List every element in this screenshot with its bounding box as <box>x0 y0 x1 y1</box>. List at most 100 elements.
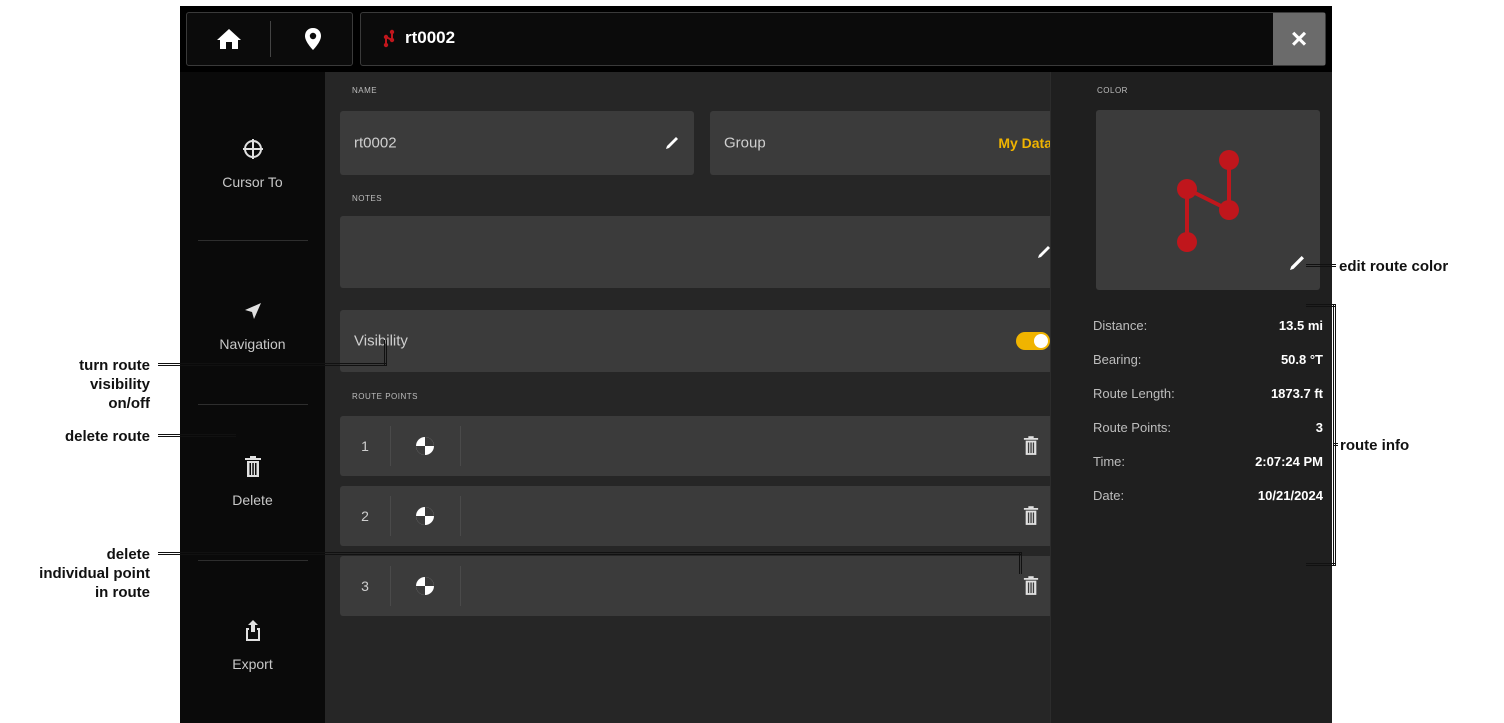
notes-label: NOTES <box>352 194 383 203</box>
info-value: 10/21/2024 <box>1257 488 1323 503</box>
info-key: Distance: <box>1093 318 1148 333</box>
waypoint-icon-wrap <box>390 416 460 476</box>
divider <box>198 404 308 405</box>
navigation-arrow-icon <box>244 303 261 319</box>
group-field[interactable]: Group My Data <box>710 111 1066 175</box>
waypoint-icon <box>416 577 434 595</box>
home-location-group <box>186 12 353 66</box>
callout-delete-point-line3: in route <box>95 584 150 601</box>
name-field[interactable]: rt0002 <box>340 111 694 175</box>
export-icon <box>245 620 260 641</box>
divider <box>460 426 461 466</box>
divider <box>198 560 308 561</box>
name-label: NAME <box>352 86 378 95</box>
divider <box>460 566 461 606</box>
route-point-number: 2 <box>361 508 369 524</box>
waypoint-icon <box>416 437 434 455</box>
route-points-label: ROUTE POINTS <box>352 392 419 401</box>
sidebar-item-label: Export <box>232 656 273 672</box>
callout-delete-point-line2: individual point <box>39 565 150 582</box>
close-button[interactable]: × <box>1273 13 1325 65</box>
title-bar: rt0002 × <box>360 12 1326 66</box>
visibility-label: Visibility <box>354 332 408 350</box>
location-pin-icon <box>304 28 321 50</box>
info-key: Date: <box>1093 488 1125 503</box>
waypoint-icon-wrap <box>390 556 460 616</box>
route-info-panel: COLOR Distance: 13.5 mi Bearing: 50.8 °T <box>1050 72 1332 723</box>
route-color-swatch[interactable] <box>1096 110 1320 290</box>
route-color-icon <box>1177 150 1239 252</box>
info-value: 2:07:24 PM <box>1255 454 1323 469</box>
callout-visibility-line1: turn route <box>79 357 150 374</box>
route-title: rt0002 <box>405 28 456 47</box>
pencil-icon <box>1038 246 1050 258</box>
crosshair-icon <box>242 139 263 159</box>
info-key: Route Length: <box>1093 386 1175 401</box>
info-row-route-points: Route Points: 3 <box>1093 420 1323 440</box>
callout-route-info: route info <box>1340 437 1410 454</box>
close-icon: × <box>1290 23 1308 54</box>
callout-edit-route-color: edit route color <box>1339 258 1449 275</box>
sidebar-item-delete[interactable]: Delete <box>180 452 325 508</box>
info-key: Bearing: <box>1093 352 1142 367</box>
info-value: 13.5 mi <box>1278 318 1323 333</box>
callout-line <box>1306 264 1336 267</box>
trash-icon <box>1023 506 1039 525</box>
callout-line <box>1306 304 1336 307</box>
sidebar-item-export[interactable]: Export <box>180 616 325 672</box>
delete-point-button[interactable] <box>1016 416 1046 476</box>
sidebar-item-navigation[interactable]: Navigation <box>180 296 325 352</box>
route-point-number: 3 <box>361 578 369 594</box>
home-button[interactable] <box>187 13 270 65</box>
callout-delete-route: delete route <box>64 428 150 445</box>
group-value: My Data <box>998 135 1052 151</box>
callout-line <box>1306 563 1336 566</box>
info-value: 1873.7 ft <box>1270 386 1323 401</box>
callout-line <box>158 434 236 437</box>
callout-visibility: turn route visibility on/off <box>40 356 150 413</box>
pencil-icon <box>666 137 678 149</box>
waypoint-icon <box>416 507 434 525</box>
sidebar-item-label: Cursor To <box>222 174 283 190</box>
callout-line <box>1333 443 1338 446</box>
callout-line <box>384 340 387 366</box>
notes-field[interactable] <box>340 216 1066 288</box>
trash-icon <box>1023 576 1039 595</box>
callout-delete-point-line1: delete <box>106 546 150 563</box>
pencil-icon[interactable] <box>1290 256 1304 270</box>
waypoint-icon-wrap <box>390 486 460 546</box>
route-point-row[interactable]: 2 <box>340 486 1064 546</box>
trash-icon <box>1023 436 1039 455</box>
route-point-number: 1 <box>361 438 369 454</box>
visibility-toggle[interactable] <box>1016 332 1050 350</box>
callout-visibility-line3: on/off <box>108 395 150 412</box>
route-point-row[interactable]: 1 <box>340 416 1064 476</box>
callout-visibility-line2: visibility <box>89 376 150 393</box>
info-value: 50.8 °T <box>1280 352 1323 367</box>
callout-line <box>158 363 387 366</box>
route-glyph-icon <box>383 29 395 48</box>
info-row-route-length: Route Length: 1873.7 ft <box>1093 386 1323 406</box>
sidebar-item-cursor-to[interactable]: Cursor To <box>180 134 325 190</box>
toggle-knob <box>1034 334 1048 348</box>
info-key: Time: <box>1093 454 1126 469</box>
visibility-row: Visibility <box>340 310 1066 372</box>
color-label: COLOR <box>1097 86 1128 95</box>
location-button[interactable] <box>271 13 354 65</box>
top-bar: rt0002 × <box>180 6 1332 72</box>
divider <box>460 496 461 536</box>
callout-delete-point: delete individual point in route <box>0 545 150 602</box>
callout-line <box>158 552 1022 555</box>
callout-line <box>1019 552 1022 574</box>
info-value: 3 <box>1315 420 1323 435</box>
sidebar-item-label: Delete <box>232 492 273 508</box>
route-point-row[interactable]: 3 <box>340 556 1064 616</box>
sidebar-item-label: Navigation <box>219 336 286 352</box>
action-sidebar: Cursor To Navigation Delete Export <box>180 72 325 723</box>
delete-point-button[interactable] <box>1016 486 1046 546</box>
callout-line <box>1333 304 1336 566</box>
home-icon <box>216 29 241 49</box>
trash-icon <box>244 456 261 477</box>
info-row-date: Date: 10/21/2024 <box>1093 488 1323 508</box>
info-row-time: Time: 2:07:24 PM <box>1093 454 1323 474</box>
